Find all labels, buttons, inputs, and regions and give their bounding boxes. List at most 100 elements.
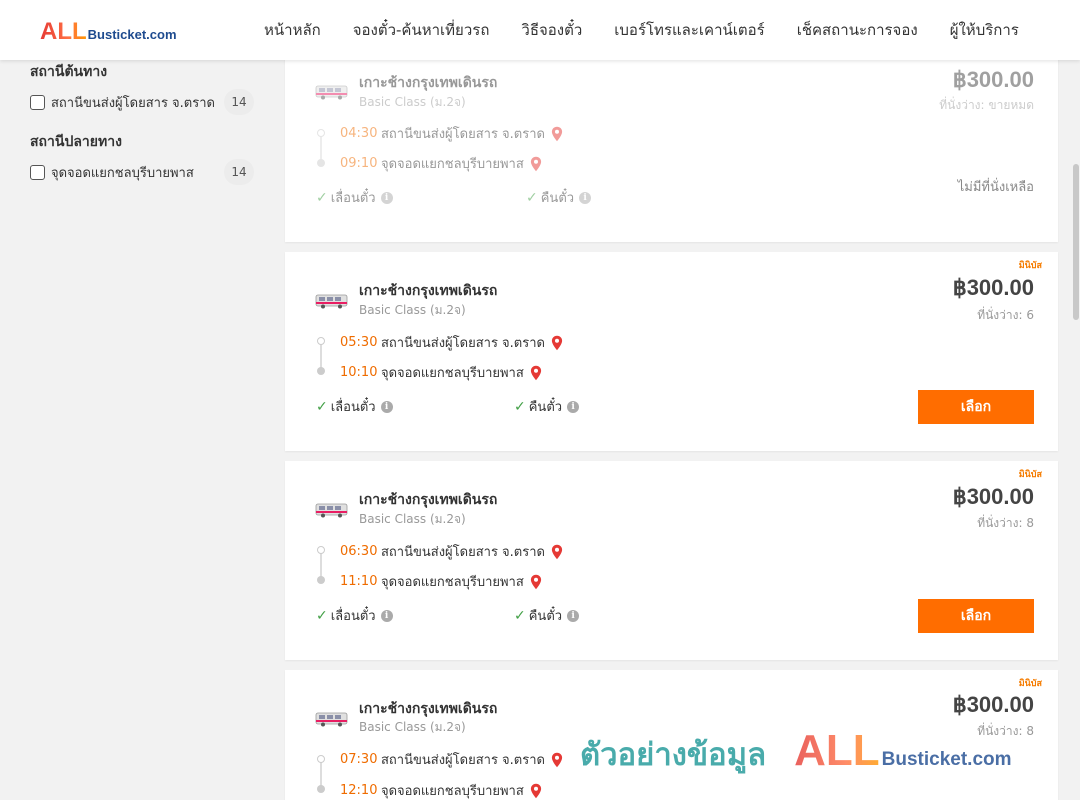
check-icon: ✓ [514, 607, 526, 624]
check-icon: ✓ [316, 607, 328, 624]
departure-station: สถานีขนส่งผู้โดยสาร จ.ตราด [381, 753, 545, 768]
departure-stop: 07:30 สถานีขนส่งผู้โดยสาร จ.ตราด [340, 749, 563, 770]
arrival-time: 10:10 [340, 365, 378, 380]
feature-refund-label: คืนตั๋ว [528, 609, 563, 624]
feature-refund-label: คืนตั๋ว [540, 191, 575, 206]
vehicle-type-tag: มินิบัส [1018, 470, 1042, 480]
logo-domain-text: Busticket.com [87, 27, 177, 42]
destination-filter-option[interactable]: จุดจอดแยกชลบุรีบายพาส 14 [30, 158, 260, 186]
map-pin-icon[interactable] [551, 752, 563, 768]
scrollbar-thumb[interactable] [1073, 164, 1079, 320]
site-header: ALL Busticket.com หน้าหลัก จองตั๋ว-ค้นหา… [0, 0, 1080, 60]
origin-filter-option[interactable]: สถานีขนส่งผู้โดยสาร จ.ตราด 14 [30, 88, 260, 116]
sold-out-note: ไม่มีที่นั่งเหลือ [957, 180, 1034, 195]
ticket-price: ฿300.00 [952, 275, 1034, 300]
map-pin-icon[interactable] [530, 156, 542, 172]
destination-option-label: จุดจอดแยกชลบุรีบายพาส [51, 165, 194, 181]
map-pin-icon[interactable] [530, 783, 542, 799]
site-logo[interactable]: ALL Busticket.com [40, 18, 177, 46]
map-pin-icon[interactable] [551, 126, 563, 142]
feature-change-label: เลื่อนตั๋ว [330, 400, 376, 415]
bus-operator-logo-icon [315, 712, 348, 727]
bus-class: Basic Class (ม.2จ) [359, 95, 466, 109]
feature-change-ticket: ✓ เลื่อนตั๋ว i [316, 605, 393, 626]
feature-refund-ticket: ✓ คืนตั๋ว i [526, 187, 592, 208]
map-pin-icon[interactable] [530, 574, 542, 590]
feature-refund-ticket: ✓ คืนตั๋ว i [514, 605, 580, 626]
bus-class: Basic Class (ม.2จ) [359, 303, 466, 317]
trip-card: มินิบัส เกาะช้างกรุงเทพเดินรถ Basic Clas… [285, 461, 1058, 660]
departure-stop: 06:30 สถานีขนส่งผู้โดยสาร จ.ตราด [340, 541, 563, 562]
map-pin-icon[interactable] [551, 544, 563, 560]
departure-time: 06:30 [340, 544, 378, 559]
trip-card: มินิบัส เกาะช้างกรุงเทพเดินรถ Basic Clas… [285, 670, 1058, 800]
arrival-dot [317, 785, 325, 793]
info-icon[interactable]: i [567, 609, 580, 622]
departure-dot [317, 337, 325, 345]
nav-check-booking[interactable]: เช็คสถานะการจอง [781, 18, 934, 42]
departure-time: 07:30 [340, 752, 378, 767]
arrival-station: จุดจอดแยกชลบุรีบายพาส [381, 575, 524, 590]
origin-checkbox[interactable] [30, 94, 45, 110]
departure-stop: 05:30 สถานีขนส่งผู้โดยสาร จ.ตราด [340, 332, 563, 353]
feature-change-ticket: ✓ เลื่อนตั๋ว i [316, 396, 393, 417]
check-icon: ✓ [514, 398, 526, 415]
map-pin-icon[interactable] [551, 335, 563, 351]
vehicle-type-tag: มินิบัส [1018, 679, 1042, 689]
page-scrollbar[interactable] [1072, 60, 1080, 800]
route-name: เกาะช้างกรุงเทพเดินรถ [359, 75, 498, 91]
route-name: เกาะช้างกรุงเทพเดินรถ [359, 283, 498, 299]
departure-dot [317, 546, 325, 554]
select-trip-button[interactable]: เลือก [918, 599, 1034, 633]
check-icon: ✓ [316, 189, 328, 206]
feature-change-ticket: ✓ เลื่อนตั๋ว i [316, 187, 393, 208]
map-pin-icon[interactable] [530, 365, 542, 381]
arrival-time: 12:10 [340, 783, 378, 798]
bus-operator-logo-icon [315, 294, 348, 309]
arrival-dot [317, 367, 325, 375]
feature-refund-ticket: ✓ คืนตั๋ว i [514, 396, 580, 417]
departure-time: 04:30 [340, 126, 378, 141]
vehicle-type-tag: มินิบัส [1018, 261, 1042, 271]
departure-stop: 04:30 สถานีขนส่งผู้โดยสาร จ.ตราด [340, 123, 563, 144]
feature-change-label: เลื่อนตั๋ว [330, 191, 376, 206]
route-name: เกาะช้างกรุงเทพเดินรถ [359, 492, 498, 508]
trip-card: มินิบัส เกาะช้างกรุงเทพเดินรถ Basic Clas… [285, 252, 1058, 451]
main-nav: หน้าหลัก จองตั๋ว-ค้นหาเที่ยวรถ วิธีจองตั… [248, 0, 1035, 60]
info-icon[interactable]: i [380, 609, 393, 622]
bus-class: Basic Class (ม.2จ) [359, 720, 466, 734]
ticket-price: ฿300.00 [952, 67, 1034, 92]
arrival-stop: 09:10 จุดจอดแยกชลบุรีบายพาส [340, 153, 542, 174]
destination-checkbox[interactable] [30, 164, 45, 180]
info-icon[interactable]: i [579, 191, 592, 204]
bus-operator-logo-icon [315, 85, 348, 100]
seats-available: ที่นั่งว่าง: ขายหมด [939, 98, 1034, 112]
arrival-time: 11:10 [340, 574, 378, 589]
nav-how-to-book[interactable]: วิธีจองตั๋ว [505, 18, 598, 42]
arrival-dot [317, 576, 325, 584]
nav-book-search[interactable]: จองตั๋ว-ค้นหาเที่ยวรถ [337, 18, 506, 42]
arrival-station: จุดจอดแยกชลบุรีบายพาส [381, 784, 524, 799]
departure-dot [317, 755, 325, 763]
info-icon[interactable]: i [380, 191, 393, 204]
nav-contacts-counters[interactable]: เบอร์โทรและเคาน์เตอร์ [598, 18, 780, 42]
filter-sidebar: สถานีต้นทาง สถานีขนส่งผู้โดยสาร จ.ตราด 1… [30, 62, 260, 186]
destination-filter-title: สถานีปลายทาง [30, 134, 122, 150]
feature-refund-label: คืนตั๋ว [528, 400, 563, 415]
info-icon[interactable]: i [380, 400, 393, 413]
bus-class: Basic Class (ม.2จ) [359, 512, 466, 526]
arrival-stop: 10:10 จุดจอดแยกชลบุรีบายพาส [340, 362, 542, 383]
origin-count-badge: 14 [224, 89, 254, 115]
seats-available: ที่นั่งว่าง: 6 [977, 308, 1034, 322]
logo-all-text: ALL [40, 18, 87, 45]
departure-station: สถานีขนส่งผู้โดยสาร จ.ตราด [381, 336, 545, 351]
origin-option-label: สถานีขนส่งผู้โดยสาร จ.ตราด [51, 95, 215, 111]
departure-station: สถานีขนส่งผู้โดยสาร จ.ตราด [381, 127, 545, 142]
nav-operators[interactable]: ผู้ให้บริการ [934, 18, 1035, 42]
info-icon[interactable]: i [567, 400, 580, 413]
ticket-price: ฿300.00 [952, 692, 1034, 717]
select-trip-button[interactable]: เลือก [918, 390, 1034, 424]
seats-available: ที่นั่งว่าง: 8 [977, 516, 1034, 530]
nav-home[interactable]: หน้าหลัก [248, 18, 337, 42]
seats-available: ที่นั่งว่าง: 8 [977, 724, 1034, 738]
